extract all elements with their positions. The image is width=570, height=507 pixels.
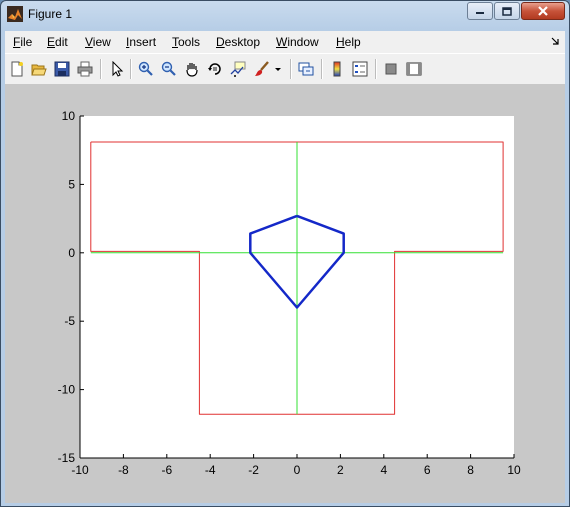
minimize-button[interactable] (467, 2, 493, 20)
pan-hand-icon (186, 63, 198, 77)
close-button[interactable] (521, 2, 565, 20)
brush-icon (255, 61, 269, 76)
zoom-in-icon (138, 61, 153, 76)
figure-canvas[interactable]: -10 -8 -6 -4 -2 0 2 4 6 8 10 10 5 0 -5 -10 -15 (5, 84, 565, 503)
legend-button[interactable] (351, 60, 369, 78)
toolbar-separator (130, 59, 132, 79)
y-tick-label: -15 (58, 451, 76, 465)
menu-file[interactable]: File (13, 35, 32, 49)
save-icon (54, 61, 70, 77)
maximize-icon (502, 6, 512, 16)
x-tick-label: 0 (294, 463, 301, 477)
figure-toolbar (5, 53, 565, 85)
x-tick-label: 8 (467, 463, 474, 477)
rotate-3d-icon (208, 63, 221, 75)
link-plot-icon (298, 62, 314, 76)
minimize-icon (476, 12, 484, 14)
data-cursor-icon (230, 61, 246, 77)
menu-desktop[interactable]: Desktop (216, 35, 260, 49)
hide-plot-tools-button[interactable] (382, 60, 400, 78)
menu-tools[interactable]: Tools (172, 35, 200, 49)
y-tick-label: -10 (58, 383, 76, 397)
figure-window: Figure 1 File Edit View Insert Tools Des… (0, 0, 570, 507)
x-tick-label: -8 (118, 463, 129, 477)
colorbar-button[interactable] (328, 60, 346, 78)
brush-button[interactable] (253, 60, 271, 78)
y-tick-label: 10 (62, 109, 76, 123)
menu-edit[interactable]: Edit (47, 35, 68, 49)
menu-bar: File Edit View Insert Tools Desktop Wind… (5, 31, 565, 53)
zoom-out-icon (161, 61, 176, 76)
x-tick-label: 2 (337, 463, 344, 477)
x-tick-label: 10 (507, 463, 521, 477)
brush-dropdown-button[interactable] (273, 60, 283, 78)
new-figure-button[interactable] (8, 60, 26, 78)
edit-plot-button[interactable] (108, 60, 126, 78)
pan-button[interactable] (183, 60, 201, 78)
title-bar[interactable]: Figure 1 (1, 1, 569, 29)
open-file-button[interactable] (30, 60, 48, 78)
menu-help[interactable]: Help (336, 35, 361, 49)
toolbar-separator (100, 59, 102, 79)
show-plot-tools-icon (406, 62, 422, 76)
brush-dropdown-icon (275, 68, 281, 71)
close-icon (538, 6, 548, 16)
menu-insert[interactable]: Insert (126, 35, 156, 49)
print-button[interactable] (76, 60, 94, 78)
new-figure-icon (11, 61, 23, 77)
open-file-icon (31, 64, 47, 76)
y-tick-label: 5 (68, 177, 75, 191)
rotate-3d-button[interactable] (206, 60, 224, 78)
y-tick-label: -5 (64, 314, 75, 328)
zoom-in-button[interactable] (137, 60, 155, 78)
x-tick-label: 6 (424, 463, 431, 477)
window-title: Figure 1 (28, 7, 73, 21)
hide-plot-tools-icon (385, 63, 397, 75)
save-button[interactable] (53, 60, 71, 78)
toolbar-separator (375, 59, 377, 79)
x-tick-label: -10 (71, 463, 89, 477)
print-icon (77, 61, 93, 77)
x-tick-label: -4 (205, 463, 216, 477)
link-plot-button[interactable] (297, 60, 315, 78)
x-tick-label: 4 (380, 463, 387, 477)
toolbar-separator (290, 59, 292, 79)
menu-window[interactable]: Window (276, 35, 319, 49)
legend-icon (352, 61, 368, 77)
matlab-logo-icon (7, 6, 23, 22)
plot-svg[interactable]: -10 -8 -6 -4 -2 0 2 4 6 8 101050-5-10-15 (5, 84, 565, 503)
maximize-button[interactable] (494, 2, 520, 20)
colorbar-icon (333, 61, 341, 77)
menu-view[interactable]: View (85, 35, 111, 49)
zoom-out-button[interactable] (160, 60, 178, 78)
dock-arrow-icon[interactable] (551, 37, 559, 45)
x-tick-label: -2 (248, 463, 259, 477)
show-plot-tools-button[interactable] (405, 60, 423, 78)
x-tick-label: -6 (161, 463, 172, 477)
edit-plot-arrow-icon (112, 61, 124, 77)
y-tick-label: 0 (68, 246, 75, 260)
toolbar-separator (321, 59, 323, 79)
data-cursor-button[interactable] (229, 60, 247, 78)
